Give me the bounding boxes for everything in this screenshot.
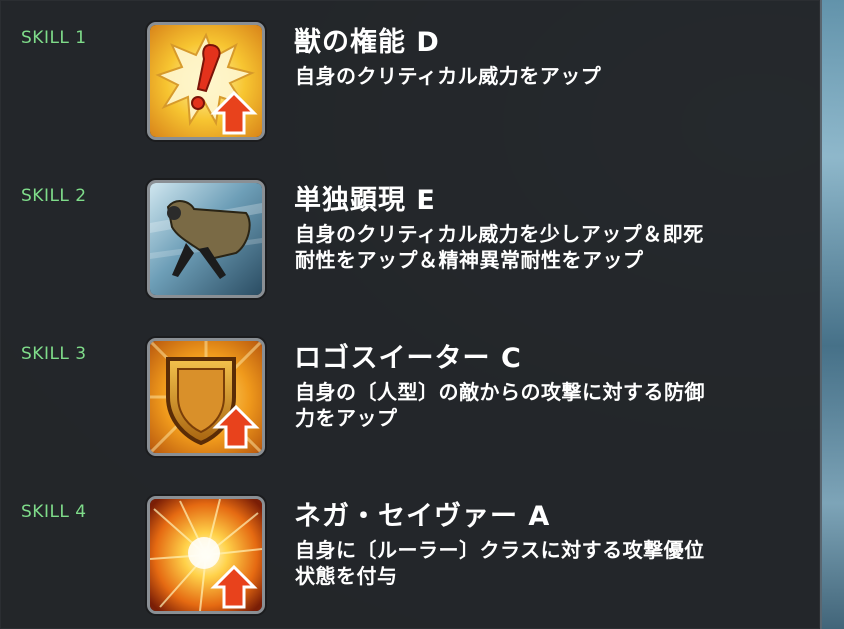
shield-up-arrow-icon[interactable] (147, 338, 265, 456)
exclamation-burst-up-arrow-icon[interactable] (147, 22, 265, 140)
skill-description-line: 耐性をアップ＆精神異常耐性をアップ (295, 248, 644, 272)
skill-title: 単独顕現 E (294, 185, 436, 216)
skill-label: SKILL 4 (21, 502, 87, 522)
skill-label: SKILL 2 (21, 186, 87, 206)
skill-description-line: 自身のクリティカル威力をアップ (295, 64, 602, 88)
skill-description-line: 状態を付与 (295, 564, 398, 588)
skill-title: ネガ・セイヴァー A (294, 501, 551, 532)
skill-description: 自身のクリティカル威力を少しアップ＆即死 耐性をアップ＆精神異常耐性をアップ (295, 221, 815, 273)
skill-row-2: SKILL 2 単独顕現 E 自身のクリティカル威力を少しアップ＆即死 耐性をア… (0, 180, 820, 330)
cloaked-figure-icon[interactable] (147, 180, 265, 298)
skill-row-1: SKILL 1 獣の権能 D 自身のクリティカル威力をアップ (0, 22, 820, 172)
skill-description: 自身の〔人型〕の敵からの攻撃に対する防御 力をアップ (295, 379, 815, 431)
skill-label: SKILL 3 (21, 344, 87, 364)
skill-label: SKILL 1 (21, 28, 87, 48)
skills-panel: SKILL 1 獣の権能 D 自身のクリティカル威力をアップ SKILL 2 単… (0, 0, 822, 629)
skill-description-line: 力をアップ (295, 406, 398, 430)
skill-description-line: 自身の〔人型〕の敵からの攻撃に対する防御 (295, 380, 705, 404)
skill-row-4: SKILL 4 ネガ・セイヴァー A 自身に〔ルーラー〕クラスに対する攻撃優位 … (0, 496, 820, 629)
skill-row-3: SKILL 3 ロゴスイーター C 自身の〔人型〕の敵からの攻撃に対する防御 力… (0, 338, 820, 488)
skill-description: 自身に〔ルーラー〕クラスに対する攻撃優位 状態を付与 (295, 537, 815, 589)
skill-description-line: 自身のクリティカル威力を少しアップ＆即死 (295, 222, 704, 246)
skill-title: ロゴスイーター C (294, 343, 522, 374)
explosion-up-arrow-icon[interactable] (147, 496, 265, 614)
skill-title: 獣の権能 D (294, 27, 440, 58)
skill-description: 自身のクリティカル威力をアップ (295, 63, 815, 89)
skill-screen: SKILL 1 獣の権能 D 自身のクリティカル威力をアップ SKILL 2 単… (0, 0, 844, 629)
skill-description-line: 自身に〔ルーラー〕クラスに対する攻撃優位 (295, 538, 705, 562)
background-edge (820, 0, 844, 629)
